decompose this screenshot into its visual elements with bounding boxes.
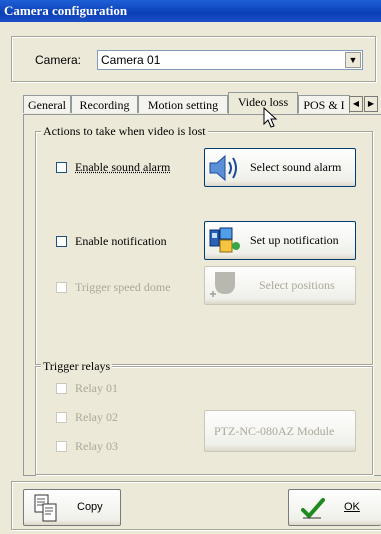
camera-label: Camera: xyxy=(35,53,82,67)
copy-label: Copy xyxy=(77,501,103,513)
relay-03-checkbox xyxy=(56,441,67,452)
tab-scroll-left-icon[interactable]: ◀ xyxy=(349,96,363,112)
enable-notification-label[interactable]: Enable notification xyxy=(75,234,167,249)
camera-select[interactable]: Camera 01 ▼ xyxy=(97,50,363,70)
relay-02-checkbox xyxy=(56,412,67,423)
positions-icon xyxy=(210,272,235,297)
ok-button[interactable]: OK xyxy=(288,489,381,526)
tab-general[interactable]: General xyxy=(23,95,71,113)
tab-scroll-right-icon[interactable]: ▶ xyxy=(364,96,378,112)
select-positions-label: Select positions xyxy=(259,278,335,292)
tab-general-label: General xyxy=(28,98,66,112)
tab-recording[interactable]: Recording xyxy=(71,95,138,113)
window-title: Camera configuration xyxy=(0,0,381,22)
relay-02-label: Relay 02 xyxy=(75,410,118,424)
camera-select-value: Camera 01 xyxy=(101,53,161,67)
select-sound-alarm-button[interactable]: Select sound alarm xyxy=(204,148,356,187)
enable-sound-alarm-checkbox[interactable] xyxy=(56,162,67,173)
checkmark-icon xyxy=(301,498,325,519)
relay-01-checkbox xyxy=(56,383,67,394)
tab-pos-label: POS & I xyxy=(303,98,345,112)
trigger-relays-legend: Trigger relays xyxy=(41,359,113,374)
tab-motion-setting[interactable]: Motion setting xyxy=(138,95,228,113)
notification-icon xyxy=(209,227,240,253)
select-sound-alarm-label: Select sound alarm xyxy=(250,160,342,174)
tab-recording-label: Recording xyxy=(79,98,130,112)
set-up-notification-label: Set up notification xyxy=(250,233,339,247)
video-loss-legend: Actions to take when video is lost xyxy=(41,124,208,139)
enable-sound-alarm-label[interactable]: Enable sound alarm xyxy=(75,160,170,175)
copy-icon xyxy=(34,494,57,522)
trigger-speed-dome-checkbox xyxy=(56,282,67,293)
relay-01-label: Relay 01 xyxy=(75,381,118,395)
ptz-module-label: PTZ-NC-080AZ Module xyxy=(214,424,335,438)
set-up-notification-button[interactable]: Set up notification xyxy=(204,221,356,260)
chevron-down-icon[interactable]: ▼ xyxy=(345,52,361,68)
enable-notification-checkbox[interactable] xyxy=(56,236,67,247)
mouse-cursor-icon xyxy=(263,107,278,128)
tab-pos[interactable]: POS & I xyxy=(298,95,350,113)
select-positions-button: Select positions xyxy=(204,266,356,305)
ok-label: OK xyxy=(344,501,360,513)
tab-motion-setting-label: Motion setting xyxy=(147,98,219,112)
speaker-icon xyxy=(209,154,237,182)
relay-03-label: Relay 03 xyxy=(75,439,118,453)
copy-button[interactable]: Copy xyxy=(23,489,121,526)
ptz-module-button: PTZ-NC-080AZ Module xyxy=(204,410,356,452)
trigger-speed-dome-label: Trigger speed dome xyxy=(75,280,171,294)
